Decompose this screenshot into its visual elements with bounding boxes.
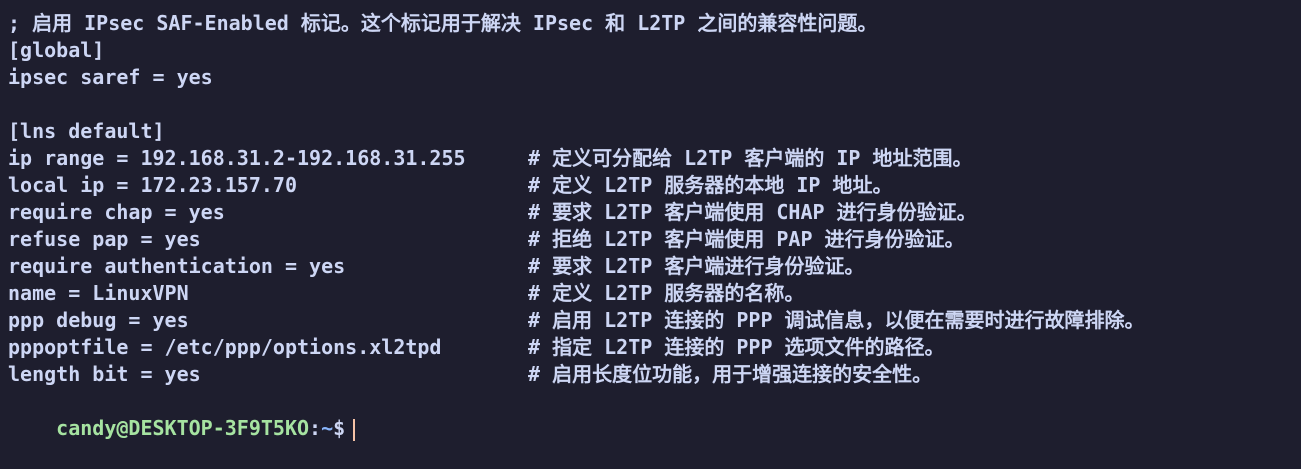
config-line-ip-range: ip range = 192.168.31.2-192.168.31.255 # … [8,145,1298,172]
config-comment: # 定义 L2TP 服务器的名称。 [528,281,805,305]
text-cursor[interactable] [353,418,356,441]
prompt-user-host: candy@DESKTOP-3F9T5KO [56,416,310,440]
config-line-ppp-debug: ppp debug = yes # 启用 L2TP 连接的 PPP 调试信息，以便… [8,307,1298,334]
prompt-colon: : [309,416,322,440]
config-line: ipsec saref = yes [8,65,213,89]
config-code: pppoptfile = /etc/ppp/options.xl2tpd [8,335,442,359]
config-code: local ip = 172.23.157.70 [8,173,297,197]
config-code: require chap = yes [8,200,225,224]
config-line-refuse-pap: refuse pap = yes # 拒绝 L2TP 客户端使用 PAP 进行身份… [8,226,1298,253]
comment-line: ; 启用 IPsec SAF-Enabled 标记。这个标记用于解决 IPsec… [8,11,878,35]
config-line-pppoptfile: pppoptfile = /etc/ppp/options.xl2tpd # 指定… [8,334,1298,361]
config-comment: # 启用长度位功能，用于增强连接的安全性。 [528,362,933,386]
config-code: length bit = yes [8,362,201,386]
terminal-output[interactable]: ; 启用 IPsec SAF-Enabled 标记。这个标记用于解决 IPsec… [8,10,1298,441]
config-code: refuse pap = yes [8,227,201,251]
prompt-dollar: $ [333,416,346,440]
shell-prompt[interactable]: candy@DESKTOP-3F9T5KO:~$ [8,388,1298,441]
section-header-lns-default: [lns default] [8,119,165,143]
config-comment: # 拒绝 L2TP 客户端使用 PAP 进行身份验证。 [528,227,965,251]
config-comment: # 定义 L2TP 服务器的本地 IP 地址。 [528,173,893,197]
config-line-name: name = LinuxVPN # 定义 L2TP 服务器的名称。 [8,280,1298,307]
config-code: name = LinuxVPN [8,281,189,305]
config-line-length-bit: length bit = yes # 启用长度位功能，用于增强连接的安全性。 [8,361,1298,388]
config-code: ip range = 192.168.31.2-192.168.31.255 [8,146,466,170]
config-code: require authentication = yes [8,254,346,278]
config-code: ppp debug = yes [8,308,189,332]
config-comment: # 指定 L2TP 连接的 PPP 选项文件的路径。 [528,335,945,359]
config-comment: # 要求 L2TP 客户端进行身份验证。 [528,254,865,278]
config-line-require-authentication: require authentication = yes # 要求 L2TP 客户… [8,253,1298,280]
config-comment: # 启用 L2TP 连接的 PPP 调试信息，以便在需要时进行故障排除。 [528,308,1145,332]
config-line-local-ip: local ip = 172.23.157.70 # 定义 L2TP 服务器的本地… [8,172,1298,199]
prompt-path: ~ [321,416,334,440]
config-line-require-chap: require chap = yes # 要求 L2TP 客户端使用 CHAP 进… [8,199,1298,226]
config-comment: # 定义可分配给 L2TP 客户端的 IP 地址范围。 [528,146,973,170]
section-header-global: [global] [8,38,105,62]
config-comment: # 要求 L2TP 客户端使用 CHAP 进行身份验证。 [528,200,977,224]
